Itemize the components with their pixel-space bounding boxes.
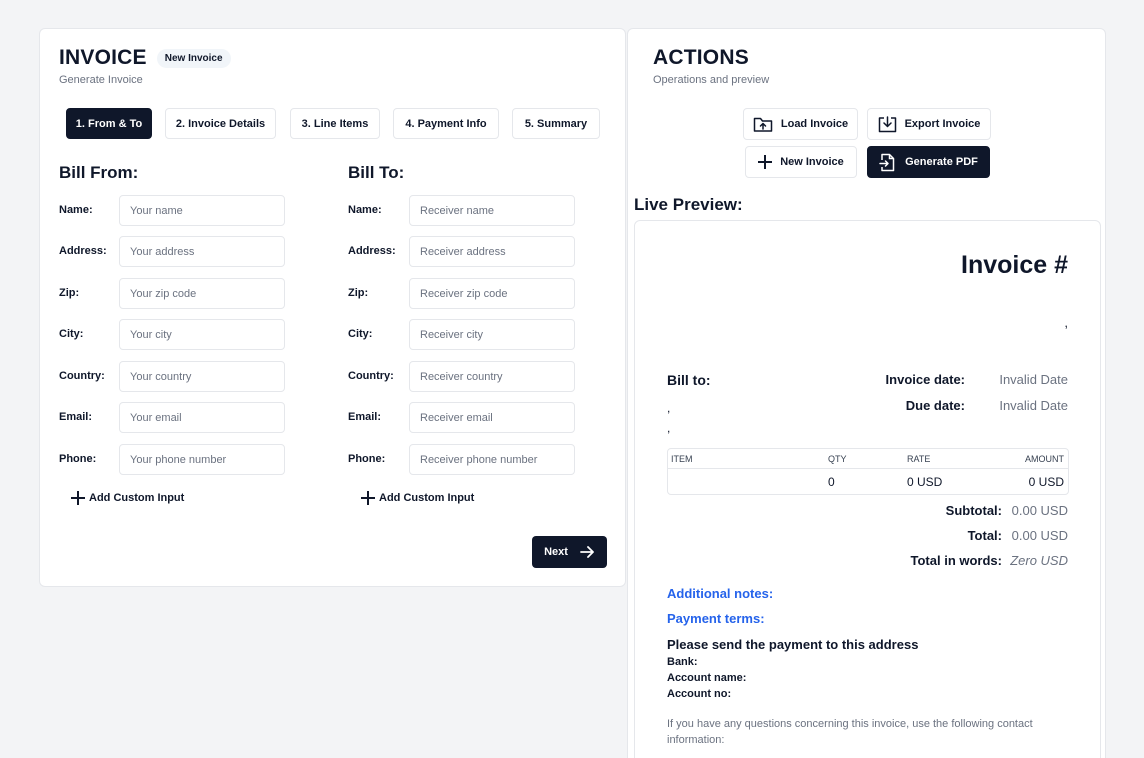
actions-card: ACTIONS Operations and preview Load Invo… <box>627 28 1106 758</box>
status-badge: New Invoice <box>156 48 231 68</box>
from-name-label: Name: <box>59 204 93 216</box>
table-header-item: ITEM <box>671 454 693 464</box>
actions-subtitle: Operations and preview <box>653 74 770 86</box>
from-country-label: Country: <box>59 370 105 382</box>
table-cell-rate: 0 USD <box>907 475 943 489</box>
to-city-label: City: <box>348 328 373 340</box>
from-address-label: Address: <box>59 245 107 257</box>
from-email-label: Email: <box>59 411 93 423</box>
bill-to-heading: Bill To: <box>348 163 405 182</box>
from-city-input[interactable] <box>119 319 285 350</box>
add-custom-input-to-button[interactable]: Add Custom Input <box>361 491 474 505</box>
tab-line-items[interactable]: 3. Line Items <box>290 108 380 139</box>
plus-icon <box>361 491 375 505</box>
preview-words-label: Total in words: <box>910 553 1002 568</box>
preview-due-date-value: Invalid Date <box>999 398 1068 413</box>
table-cell-qty: 0 <box>828 475 835 489</box>
bill-from-heading: Bill From: <box>59 163 139 182</box>
load-invoice-button[interactable]: Load Invoice <box>743 108 858 140</box>
to-email-input[interactable] <box>409 402 575 433</box>
from-phone-label: Phone: <box>59 453 97 465</box>
file-export-icon <box>879 153 895 171</box>
plus-icon <box>71 491 85 505</box>
invoice-preview: Invoice # , Bill to: , , Invoice date: I… <box>634 220 1101 758</box>
to-name-input[interactable] <box>409 195 575 226</box>
download-tray-icon <box>878 115 896 132</box>
preview-invoice-date-value: Invalid Date <box>999 372 1068 387</box>
tab-from-to[interactable]: 1. From & To <box>66 108 152 139</box>
from-zip-input[interactable] <box>119 278 285 309</box>
from-name-input[interactable] <box>119 195 285 226</box>
items-table: ITEM QTY RATE AMOUNT 0 0 USD 0 USD <box>667 448 1069 495</box>
preview-subtotal-value: 0.00 USD <box>1011 503 1068 518</box>
preview-words-value: Zero USD <box>1010 553 1068 568</box>
page-title: INVOICE <box>59 46 147 69</box>
from-city-label: City: <box>59 328 84 340</box>
add-custom-input-label: Add Custom Input <box>379 492 475 504</box>
from-address-input[interactable] <box>119 236 285 267</box>
preview-invoice-date-label: Invoice date: <box>885 372 965 387</box>
preview-account-no: Account no: <box>667 688 732 700</box>
preview-contact-text: If you have any questions concerning thi… <box>667 718 1033 746</box>
table-cell-amount: 0 USD <box>1028 475 1064 489</box>
new-invoice-button[interactable]: New Invoice <box>745 146 857 178</box>
table-divider <box>668 468 1068 469</box>
add-custom-input-from-button[interactable]: Add Custom Input <box>71 491 184 505</box>
from-country-input[interactable] <box>119 361 285 392</box>
preview-sender-comma: , <box>1064 315 1068 330</box>
preview-due-date-label: Due date: <box>905 398 965 413</box>
preview-receiver-comma: , <box>667 421 671 435</box>
actions-title: ACTIONS <box>653 46 749 69</box>
table-header-qty: QTY <box>828 454 847 464</box>
to-name-label: Name: <box>348 204 382 216</box>
preview-receiver-comma: , <box>667 401 671 415</box>
to-country-label: Country: <box>348 370 394 382</box>
preview-subtotal-label: Subtotal: <box>945 503 1002 518</box>
new-invoice-label: New Invoice <box>780 156 844 168</box>
export-invoice-button[interactable]: Export Invoice <box>867 108 991 140</box>
to-zip-label: Zip: <box>348 287 369 299</box>
generate-pdf-button[interactable]: Generate PDF <box>867 146 990 178</box>
next-button[interactable]: Next <box>532 536 607 568</box>
from-phone-input[interactable] <box>119 444 285 475</box>
from-zip-label: Zip: <box>59 287 80 299</box>
tab-payment-info[interactable]: 4. Payment Info <box>393 108 499 139</box>
page-subtitle: Generate Invoice <box>59 74 143 86</box>
preview-account-name: Account name: <box>667 672 747 684</box>
generate-pdf-label: Generate PDF <box>905 156 978 168</box>
tab-invoice-details[interactable]: 2. Invoice Details <box>165 108 276 139</box>
to-country-input[interactable] <box>409 361 575 392</box>
plus-icon <box>758 155 773 169</box>
preview-total-value: 0.00 USD <box>1011 528 1068 543</box>
tab-summary[interactable]: 5. Summary <box>512 108 600 139</box>
to-address-label: Address: <box>348 245 396 257</box>
load-invoice-label: Load Invoice <box>780 118 849 130</box>
preview-payment-terms: Payment terms: <box>667 611 765 626</box>
preview-bank: Bank: <box>667 656 698 668</box>
table-header-amount: AMOUNT <box>1025 454 1064 464</box>
from-email-input[interactable] <box>119 402 285 433</box>
form-header: INVOICE New Invoice <box>59 46 231 70</box>
export-invoice-label: Export Invoice <box>904 118 981 130</box>
to-zip-input[interactable] <box>409 278 575 309</box>
add-custom-input-label: Add Custom Input <box>89 492 185 504</box>
folder-upload-icon <box>753 117 773 132</box>
to-city-input[interactable] <box>409 319 575 350</box>
next-label: Next <box>544 546 568 558</box>
to-phone-label: Phone: <box>348 453 386 465</box>
live-preview-heading: Live Preview: <box>634 195 743 214</box>
preview-bill-to-label: Bill to: <box>667 372 711 388</box>
to-phone-input[interactable] <box>409 444 575 475</box>
table-header-rate: RATE <box>907 454 931 464</box>
preview-total-label: Total: <box>967 528 1002 543</box>
preview-invoice-title: Invoice # <box>961 251 1068 279</box>
preview-send-payment: Please send the payment to this address <box>667 637 919 652</box>
to-address-input[interactable] <box>409 236 575 267</box>
arrow-right-icon <box>580 546 594 558</box>
to-email-label: Email: <box>348 411 382 423</box>
preview-additional-notes: Additional notes: <box>667 586 774 601</box>
invoice-form-card: INVOICE New Invoice Generate Invoice 1. … <box>39 28 626 587</box>
